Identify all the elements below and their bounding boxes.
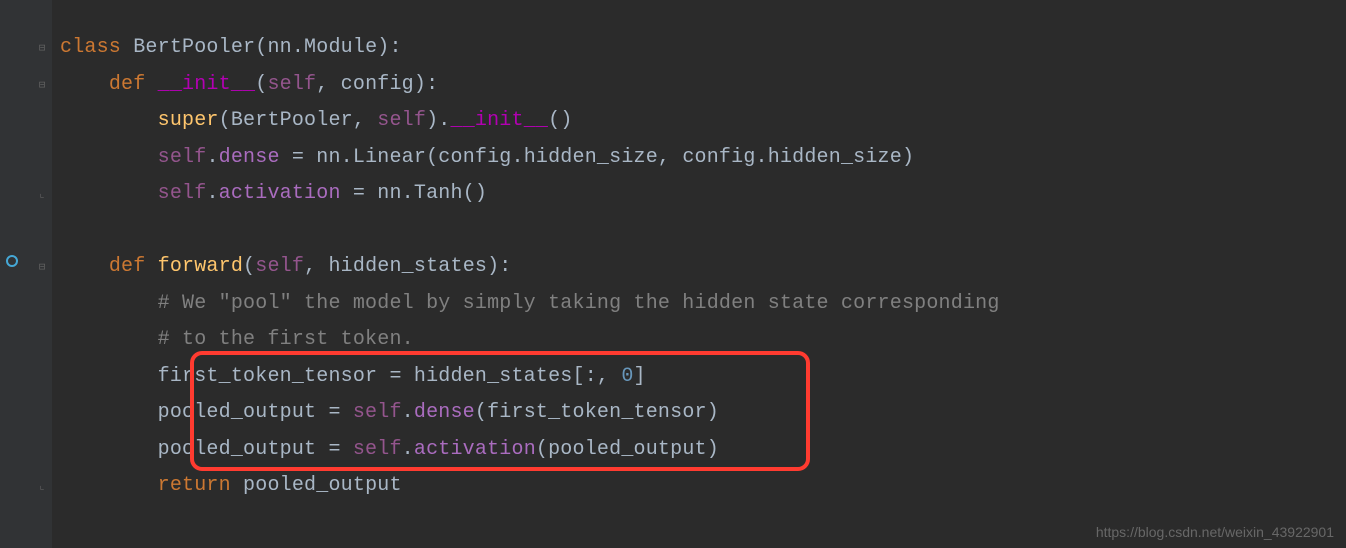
attribute: dense <box>219 146 280 169</box>
self-keyword: self <box>255 255 304 278</box>
gutter: ⊟ ⊟ ⌞ ⊟ ⌞ <box>0 0 52 548</box>
builtin-call: super <box>158 109 219 132</box>
function-name: forward <box>158 255 243 278</box>
code-line[interactable]: class BertPooler(nn.Module): <box>52 30 1346 67</box>
keyword: return <box>158 474 231 497</box>
keyword: def <box>109 73 146 96</box>
watermark-text: https://blog.csdn.net/weixin_43922901 <box>1096 524 1334 540</box>
self-keyword: self <box>353 401 402 424</box>
fold-end-icon: ⌞ <box>32 176 52 213</box>
self-keyword: self <box>267 73 316 96</box>
code-line[interactable] <box>52 213 1346 250</box>
fold-icon <box>32 286 52 323</box>
fold-icon[interactable]: ⊟ <box>32 67 52 104</box>
code-line[interactable]: # to the first token. <box>52 322 1346 359</box>
code-line[interactable]: first_token_tensor = hidden_states[:, 0] <box>52 359 1346 396</box>
keyword: def <box>109 255 146 278</box>
attribute: activation <box>414 438 536 461</box>
code-line[interactable]: pooled_output = self.dense(first_token_t… <box>52 395 1346 432</box>
dunder-method: __init__ <box>158 73 256 96</box>
self-keyword: self <box>377 109 426 132</box>
code-line[interactable]: super(BertPooler, self).__init__() <box>52 103 1346 140</box>
number-literal: 0 <box>621 365 633 388</box>
attribute: dense <box>414 401 475 424</box>
code-line[interactable]: def forward(self, hidden_states): <box>52 249 1346 286</box>
fold-icon[interactable]: ⊟ <box>32 30 52 67</box>
dunder-method: __init__ <box>451 109 549 132</box>
fold-icon <box>32 213 52 250</box>
fold-icon[interactable]: ⊟ <box>32 249 52 286</box>
class-name: BertPooler <box>133 36 255 59</box>
fold-icon <box>32 140 52 177</box>
code-line[interactable]: # We "pool" the model by simply taking t… <box>52 286 1346 323</box>
vcs-marker-icon <box>3 252 21 270</box>
self-keyword: self <box>353 438 402 461</box>
code-line[interactable]: self.dense = nn.Linear(config.hidden_siz… <box>52 140 1346 177</box>
self-keyword: self <box>158 182 207 205</box>
fold-icon <box>32 432 52 469</box>
fold-icon <box>32 103 52 140</box>
code-line[interactable]: return pooled_output <box>52 468 1346 505</box>
code-editor[interactable]: ⊟ ⊟ ⌞ ⊟ ⌞ class BertPooler(nn.Module): d… <box>0 0 1346 548</box>
comment: # to the first token. <box>158 328 414 351</box>
attribute: activation <box>219 182 341 205</box>
keyword: class <box>60 36 121 59</box>
self-keyword: self <box>158 146 207 169</box>
fold-icon <box>32 359 52 396</box>
comment: # We "pool" the model by simply taking t… <box>158 292 1000 315</box>
fold-icon <box>32 322 52 359</box>
fold-end-icon: ⌞ <box>32 468 52 505</box>
code-area[interactable]: class BertPooler(nn.Module): def __init_… <box>52 0 1346 548</box>
code-line[interactable]: self.activation = nn.Tanh() <box>52 176 1346 213</box>
code-line[interactable]: def __init__(self, config): <box>52 67 1346 104</box>
code-line[interactable]: pooled_output = self.activation(pooled_o… <box>52 432 1346 469</box>
fold-icon <box>32 395 52 432</box>
